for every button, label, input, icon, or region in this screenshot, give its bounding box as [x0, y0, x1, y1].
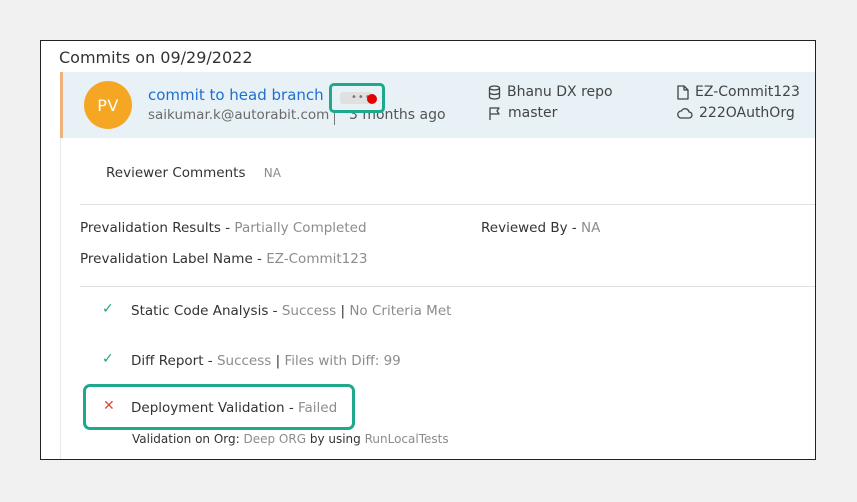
prevalidation-results-value: Partially Completed	[234, 220, 367, 236]
prevalidation-label-name-label: Prevalidation Label Name -	[80, 251, 267, 267]
reviewer-comments-value: NA	[263, 166, 281, 180]
branch-name: master	[508, 105, 558, 121]
database-icon	[488, 84, 501, 100]
static-code-analysis-status: Success	[281, 303, 337, 319]
branch-info: master	[488, 105, 557, 121]
prevalidation-results-label: Prevalidation Results -	[80, 220, 235, 236]
check-icon: ✓	[102, 301, 114, 317]
org-name: 222OAuthOrg	[699, 105, 795, 121]
deployment-validation-row[interactable]: Deployment Validation - Failed	[131, 400, 337, 416]
validation-org: Deep ORG	[243, 432, 307, 446]
repo-name: Bhanu DX repo	[507, 84, 613, 100]
check-icon: ✓	[102, 351, 114, 367]
commit-label-info: EZ-Commit123	[677, 84, 800, 100]
diff-report-label: Diff Report -	[131, 353, 217, 369]
file-icon	[677, 84, 689, 100]
prevalidation-results: Prevalidation Results - Partially Comple…	[80, 220, 367, 236]
section-divider	[80, 204, 815, 205]
commit-row[interactable]: PV commit to head branch saikumar.k@auto…	[60, 72, 815, 138]
diff-report-detail: Files with Diff: 99	[284, 353, 401, 369]
cloud-icon	[677, 107, 693, 119]
validation-tests: RunLocalTests	[364, 432, 449, 446]
reviewed-by: Reviewed By - NA	[481, 220, 600, 236]
static-code-analysis-row[interactable]: Static Code Analysis - Success | No Crit…	[131, 303, 451, 319]
prevalidation-label-name-value: EZ-Commit123	[266, 251, 368, 267]
avatar: PV	[84, 81, 132, 129]
reviewed-by-label: Reviewed By -	[481, 220, 582, 236]
repo-info: Bhanu DX repo	[488, 84, 613, 100]
reviewer-comments: Reviewer Comments NA	[106, 165, 281, 181]
diff-report-row[interactable]: Diff Report - Success | Files with Diff:…	[131, 353, 401, 369]
org-info: 222OAuthOrg	[677, 105, 795, 121]
prevalidation-label-name: Prevalidation Label Name - EZ-Commit123	[80, 251, 367, 267]
validation-prefix: Validation on Org:	[132, 432, 244, 446]
deployment-validation-status: Failed	[297, 400, 338, 416]
static-code-analysis-detail: No Criteria Met	[349, 303, 452, 319]
close-icon: ✕	[103, 398, 115, 414]
validation-mid: by using	[306, 432, 365, 446]
validation-info: Validation on Org: Deep ORG by using Run…	[132, 432, 449, 446]
reviewer-comments-label: Reviewer Comments	[106, 165, 246, 181]
timeline-line	[60, 138, 61, 459]
static-code-analysis-label: Static Code Analysis -	[131, 303, 282, 319]
commit-message-link[interactable]: commit to head branch	[148, 86, 324, 104]
deployment-validation-label: Deployment Validation -	[131, 400, 298, 416]
author-email: saikumar.k@autorabit.com	[148, 107, 330, 123]
flag-icon	[489, 106, 500, 120]
more-options-button[interactable]: •••	[329, 83, 385, 113]
section-divider	[80, 286, 815, 287]
commits-panel: Commits on 09/29/2022 PV commit to head …	[40, 40, 816, 460]
separator: |	[340, 303, 346, 319]
notification-dot-icon	[367, 94, 377, 104]
commits-date-heading: Commits on 09/29/2022	[59, 48, 253, 67]
reviewed-by-value: NA	[581, 220, 601, 236]
separator: |	[275, 353, 281, 369]
diff-report-status: Success	[216, 353, 272, 369]
commit-label: EZ-Commit123	[695, 84, 800, 100]
